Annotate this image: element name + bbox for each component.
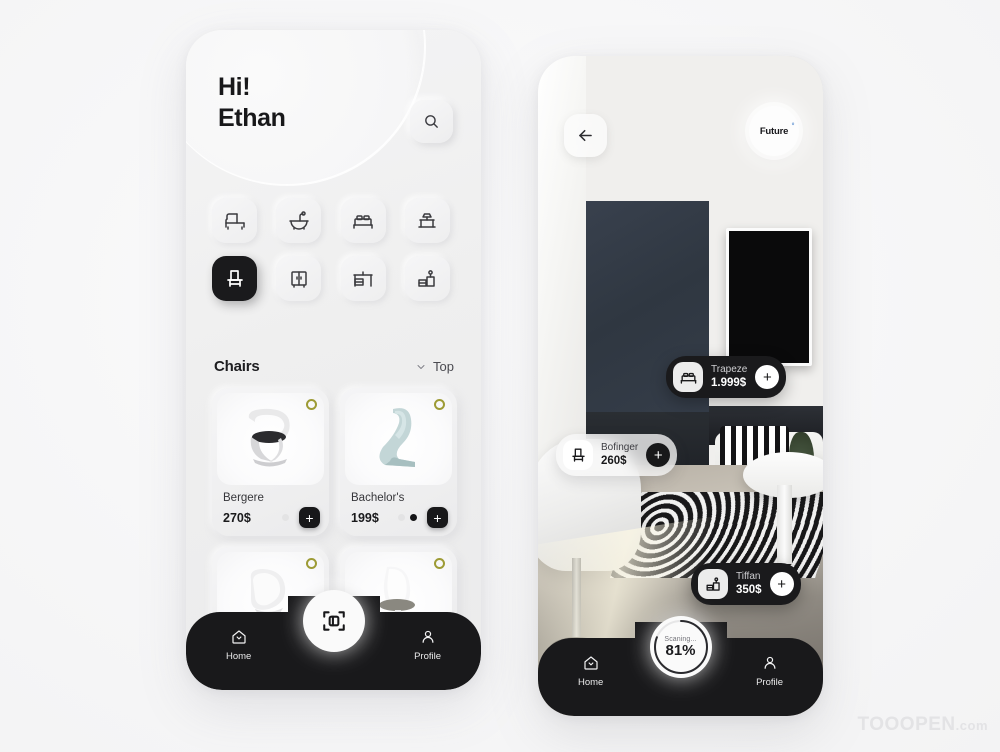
phone-left-catalog: Hi! Ethan Chairs Top Bergere 270$ + Bach… [186, 30, 481, 690]
person-icon [422, 630, 434, 643]
tag-product-name: Tiffan [736, 570, 761, 582]
color-dot[interactable] [398, 514, 405, 521]
category-wardrobe[interactable] [276, 256, 322, 301]
sort-selector[interactable]: Top [415, 359, 454, 374]
greeting-line-1: Hi! [218, 73, 251, 101]
ar-tv [726, 227, 812, 367]
section-header: Chairs Top [214, 358, 454, 375]
chair-panton-illustration [378, 408, 415, 467]
category-table-lamp[interactable] [404, 198, 450, 243]
search-button[interactable] [410, 100, 453, 143]
category-nightstand[interactable] [404, 256, 450, 301]
ar-scan-icon [322, 611, 345, 631]
color-dot[interactable] [282, 514, 289, 521]
nav-item-home[interactable]: Home [578, 654, 603, 688]
tag-icon-wrapper [698, 569, 728, 599]
nightstand-icon [705, 576, 720, 591]
ar-product-tag-trapeze[interactable]: Trapeze 1.999$ + [666, 356, 787, 398]
category-sofa[interactable] [212, 198, 257, 243]
greeting-line-2: Ethan [218, 103, 286, 132]
ar-product-tag-bofinger[interactable]: Bofinger 260$ + [556, 434, 678, 476]
product-price: 199$ [351, 510, 379, 525]
tag-product-price: 1.999$ [711, 377, 747, 390]
chair-icon [571, 447, 585, 462]
color-dots[interactable] [398, 514, 417, 521]
ar-product-tag-tiffan[interactable]: Tiffan 350$ + [691, 563, 801, 605]
chevron-down-icon [417, 364, 425, 369]
watermark-suffix: .com [955, 718, 988, 733]
scan-progress-ring-icon [653, 620, 708, 674]
category-bathtub[interactable] [276, 198, 322, 243]
tag-product-name: Trapeze [711, 363, 748, 375]
category-chair[interactable] [212, 256, 257, 301]
nav-label-home: Home [578, 677, 604, 688]
person-icon [764, 656, 776, 669]
tag-add-button[interactable]: + [769, 572, 794, 596]
tag-product-price: 260$ [601, 455, 627, 468]
product-name: Bachelor's [351, 492, 405, 504]
nightstand-icon [418, 269, 435, 287]
product-price: 270$ [223, 510, 251, 525]
product-card[interactable]: Bergere 270$ + [212, 388, 329, 536]
bed-icon [353, 214, 373, 229]
greeting-block: Hi! Ethan [218, 72, 286, 133]
wardrobe-icon [291, 270, 307, 288]
product-footer: 199$ + [351, 507, 448, 528]
arrow-left-icon [579, 129, 592, 142]
search-icon [425, 115, 438, 128]
bed-icon [680, 372, 696, 384]
nav-label-profile: Profile [414, 651, 441, 662]
tag-text: Tiffan 350$ [736, 571, 762, 597]
nav-item-home[interactable]: Home [226, 628, 251, 662]
category-bed[interactable] [340, 198, 386, 243]
ar-table-stem [777, 485, 792, 565]
color-dot[interactable] [410, 514, 417, 521]
bathtub-icon [289, 210, 309, 230]
bottom-navigation-right: Home Scaning... 81% Profile [538, 616, 823, 716]
tag-icon-wrapper [563, 440, 593, 470]
table-lamp-icon [418, 212, 436, 228]
add-to-cart-button[interactable]: + [427, 507, 448, 528]
brand-logo-text: Future ° [759, 123, 795, 137]
scanning-progress-button[interactable]: Scaning... 81% [649, 616, 712, 678]
ar-scan-button[interactable] [302, 590, 365, 652]
sort-label: Top [433, 359, 454, 374]
tag-add-button[interactable]: + [755, 365, 780, 389]
nav-item-profile[interactable]: Profile [414, 628, 441, 662]
phone-right-ar-view: Future ° Trapeze 1.999$ + Bofinger 260$ … [538, 56, 823, 716]
color-dots[interactable] [282, 514, 289, 521]
tag-text: Trapeze 1.999$ [711, 364, 747, 390]
product-footer: 270$ + [223, 507, 320, 528]
product-image [217, 393, 324, 485]
add-to-cart-button[interactable]: + [299, 507, 320, 528]
chair-bergere-illustration [248, 408, 290, 467]
brand-logo-superscript: ° [791, 122, 795, 130]
tag-product-name: Bofinger [601, 441, 639, 453]
watermark-text: TOOOPEN [857, 714, 956, 735]
nav-item-profile[interactable]: Profile [756, 654, 783, 688]
nav-label-home: Home [226, 651, 252, 662]
product-image [345, 393, 452, 485]
brand-logo-button[interactable]: Future ° [749, 106, 799, 156]
tag-product-price: 350$ [736, 584, 762, 597]
home-icon [232, 630, 246, 644]
desk-icon [353, 270, 373, 287]
category-desk[interactable] [340, 256, 386, 301]
brand-logo-label: Future [759, 125, 789, 137]
back-button[interactable] [564, 114, 607, 157]
section-title: Chairs [214, 358, 260, 375]
watermark: TOOOPEN.com [857, 714, 988, 736]
sofa-icon [224, 212, 245, 230]
app-stage: Hi! Ethan Chairs Top Bergere 270$ + Bach… [0, 0, 1000, 752]
product-name: Bergere [223, 492, 264, 504]
home-icon [584, 656, 598, 670]
tag-text: Bofinger 260$ [601, 442, 638, 468]
nav-label-profile: Profile [756, 677, 783, 688]
tag-add-button[interactable]: + [646, 443, 671, 467]
bottom-navigation-left: Home Profile [186, 590, 481, 690]
chair-icon [226, 269, 243, 287]
product-card[interactable]: Bachelor's 199$ + [340, 388, 457, 536]
tag-icon-wrapper [673, 362, 703, 392]
category-grid [212, 198, 456, 301]
